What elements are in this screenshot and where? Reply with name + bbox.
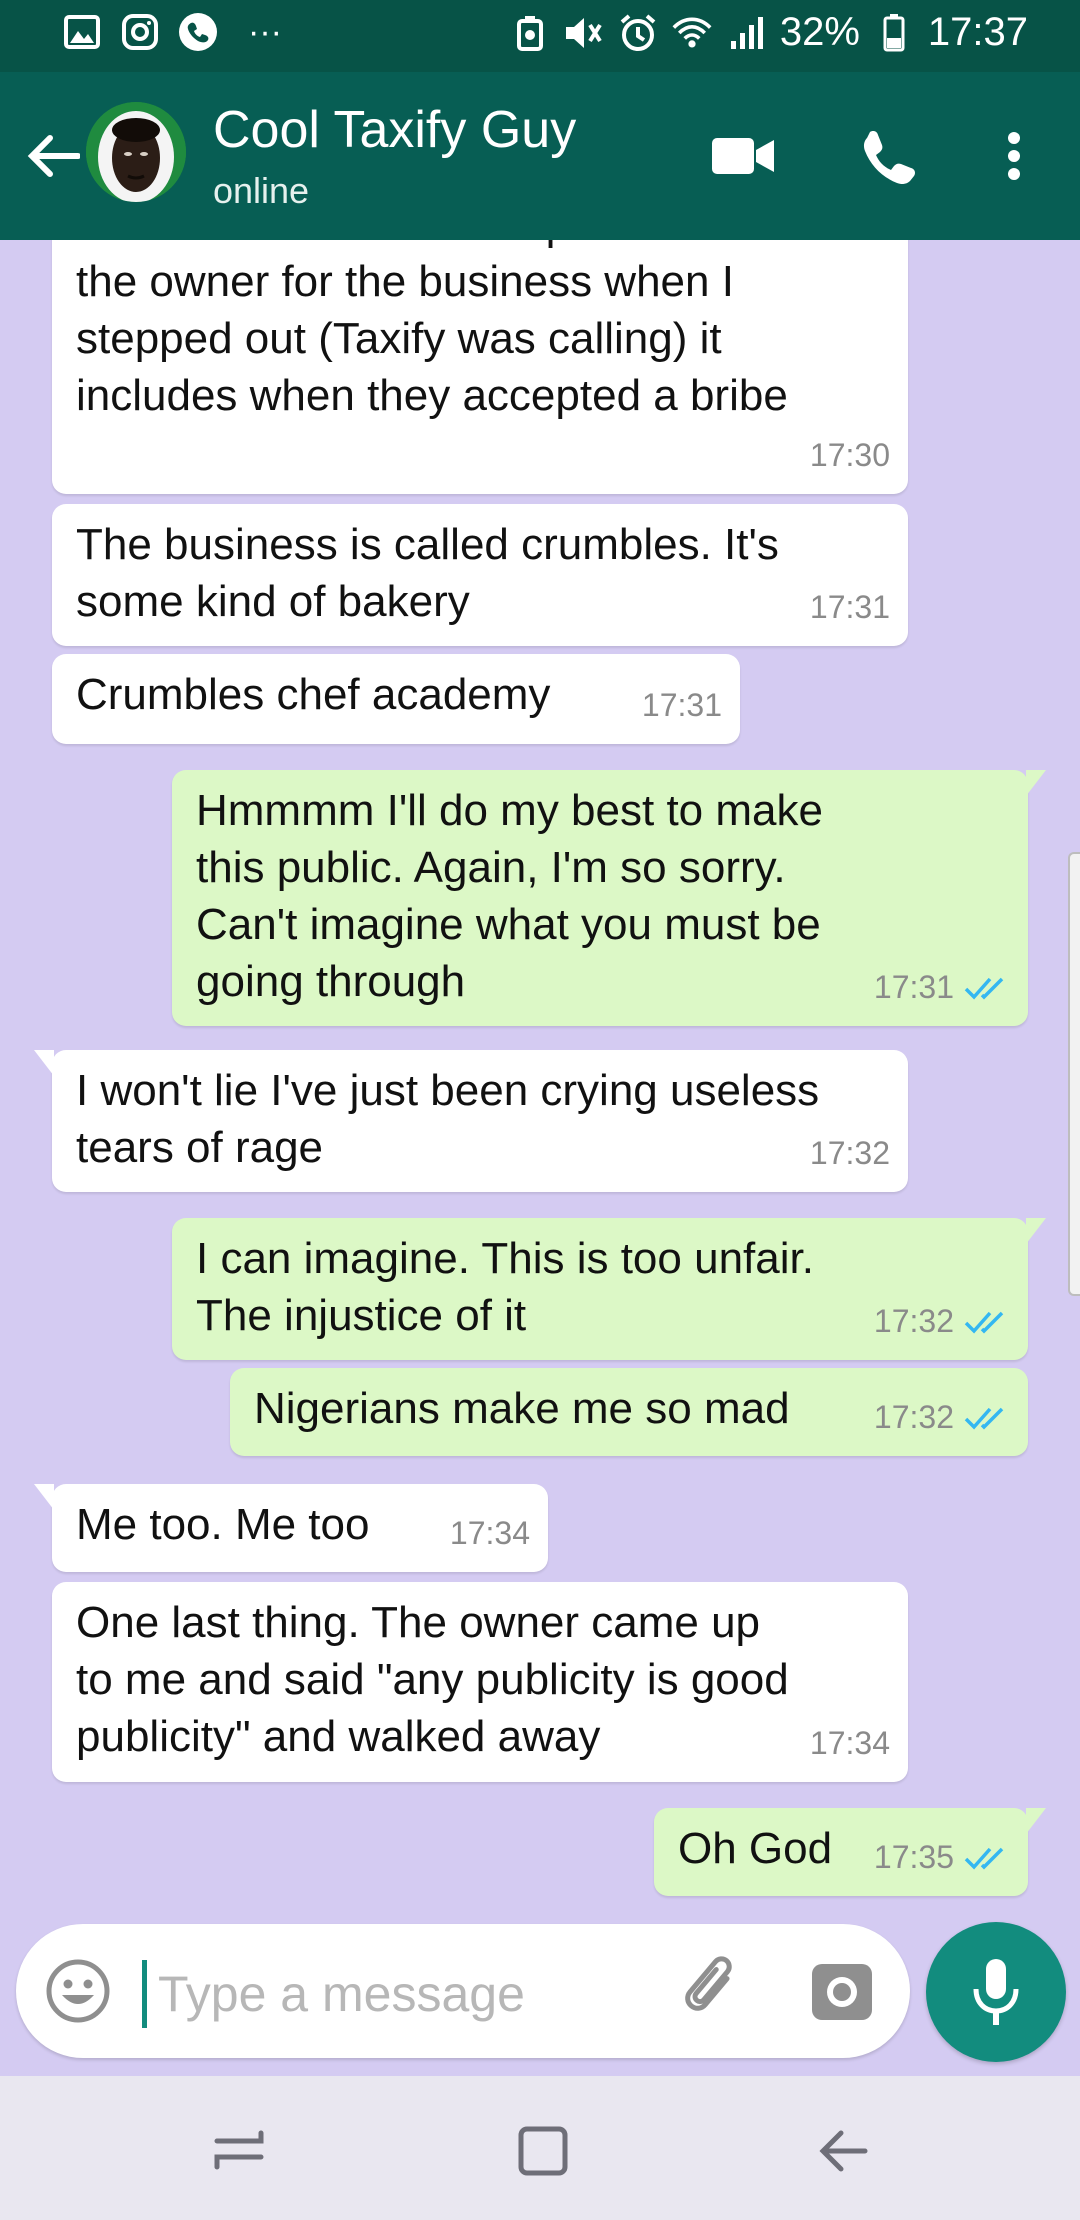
back-icon[interactable] [808,2116,878,2186]
contact-name[interactable]: Cool Taxify Guy [213,100,576,160]
emoji-icon[interactable] [44,1957,112,2025]
alarm-icon [618,13,658,53]
chat-header: Cool Taxify Guy online [0,72,1080,240]
message-meta: 17:34 [450,1505,530,1562]
message-time: 17:31 [873,969,954,1005]
bubble-tail [34,1484,54,1510]
message-bubble-outgoing[interactable]: Nigerians make me so mad 17:32 [230,1368,1028,1456]
camera-icon[interactable] [806,1954,878,2026]
system-nav-bar [0,2076,1080,2220]
message-text: I won't lie I've just been crying useles… [76,1066,820,1172]
back-arrow-icon[interactable] [18,118,88,194]
message-meta: 17:35 [874,1829,1010,1886]
status-bar: ··· 32% 17:37 [0,0,1080,72]
message-meta: 17:34 [810,1715,890,1772]
read-ticks-icon [964,1407,1004,1430]
mic-button[interactable] [926,1922,1066,2062]
avatar[interactable] [86,102,186,202]
phone-notification-icon [178,12,218,52]
message-text: discussion between the police and the ow… [76,240,788,420]
voice-call-icon[interactable] [850,118,926,194]
message-time: 17:32 [809,1135,890,1171]
text-cursor [142,1960,147,2028]
mute-icon [564,13,604,53]
mic-icon [973,1959,1019,2025]
message-time: 17:30 [809,437,890,473]
message-meta: 17:31 [642,677,722,734]
data-saver-icon [510,13,550,53]
gallery-icon [62,12,102,52]
bubble-tail [1026,770,1046,796]
message-bubble-incoming[interactable]: Crumbles chef academy 17:31 [52,654,740,744]
message-bubble-outgoing[interactable]: I can imagine. This is too unfair. The i… [172,1218,1046,1360]
message-bubble-outgoing[interactable]: Hmmmm I'll do my best to make this publi… [172,770,1046,1026]
message-text: Crumbles chef academy [76,670,551,719]
more-options-icon[interactable] [976,118,1052,194]
video-call-icon[interactable] [706,118,782,194]
message-time: 17:32 [873,1399,954,1435]
contact-status: online [213,170,310,211]
bubble-tail [1026,1218,1046,1244]
message-bubble-incoming[interactable]: One last thing. The owner came up to me … [52,1582,908,1782]
bubble-tail [1026,1808,1046,1834]
clock: 17:37 [927,10,1028,54]
read-ticks-icon [964,1847,1004,1870]
message-time: 17:34 [449,1515,530,1551]
message-bubble-incoming[interactable]: Me too. Me too 17:34 [34,1484,548,1572]
wifi-icon [672,13,712,53]
message-bubble-incoming[interactable]: discussion between the police and the ow… [52,240,908,494]
message-list[interactable]: discussion between the police and the ow… [0,240,1080,1920]
instagram-icon [120,12,160,52]
bubble-tail [34,1050,54,1076]
more-notifications: ··· [248,12,282,51]
message-input[interactable] [156,1958,640,2030]
message-bubble-outgoing[interactable]: Oh God 17:35 [654,1808,1046,1896]
message-meta: 17:32 [874,1389,1010,1446]
read-ticks-icon [964,977,1004,1000]
recent-apps-icon[interactable] [204,2116,274,2186]
message-meta: 17:32 [810,1125,890,1182]
attach-icon[interactable] [676,1954,748,2026]
message-time: 17:34 [809,1725,890,1761]
message-time: 17:32 [873,1303,954,1339]
read-ticks-icon [964,1311,1004,1334]
message-text: One last thing. The owner came up to me … [76,1598,789,1761]
battery-icon [874,13,914,53]
message-meta: 17:32 [874,1293,1010,1350]
message-meta: 17:30 [810,427,890,484]
message-bubble-incoming[interactable]: The business is called crumbles. It's so… [52,504,908,646]
message-time: 17:31 [641,687,722,723]
message-text: The business is called crumbles. It's so… [76,520,779,626]
message-time: 17:31 [809,589,890,625]
battery-percent: 32% [779,10,860,54]
signal-icon [726,13,766,53]
message-bubble-incoming[interactable]: I won't lie I've just been crying useles… [34,1050,908,1192]
message-time: 17:35 [873,1839,954,1875]
message-meta: 17:31 [874,959,1010,1016]
home-icon[interactable] [508,2116,578,2186]
scrollbar-thumb[interactable] [1068,852,1080,1296]
message-composer [16,1924,910,2058]
message-meta: 17:31 [810,579,890,636]
